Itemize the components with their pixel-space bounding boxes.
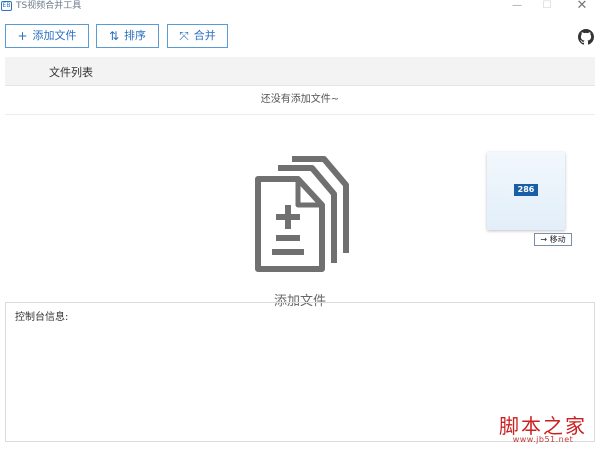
watermark: 脚本之家 www.jb51.net	[488, 410, 598, 446]
add-file-button[interactable]: + 添加文件	[5, 24, 89, 48]
plus-icon: +	[17, 29, 28, 43]
drag-preview-badge: 286	[514, 184, 538, 196]
file-list-empty-message: 还没有添加文件~	[5, 86, 595, 115]
maximize-button[interactable]: ☐	[535, 0, 559, 12]
app-window: EB TS视频合并工具 — ☐ ✕ + 添加文件 ⇅ 排序 ⤧ 合并 文件列表 …	[0, 0, 600, 449]
file-list-header: 文件列表	[5, 57, 595, 86]
merge-icon: ⤧	[179, 29, 189, 43]
github-icon[interactable]	[578, 29, 594, 45]
app-icon: EB	[1, 1, 12, 11]
file-list-title: 文件列表	[49, 66, 93, 79]
minimize-button[interactable]: —	[505, 0, 529, 12]
file-add-icon[interactable]	[250, 155, 350, 275]
sort-button[interactable]: ⇅ 排序	[96, 24, 159, 48]
add-file-label: 添加文件	[32, 29, 77, 42]
merge-label: 合并	[193, 29, 216, 42]
sort-icon: ⇅	[108, 29, 120, 43]
window-title: TS视频合并工具	[16, 1, 82, 11]
sort-label: 排序	[124, 29, 147, 42]
move-tooltip: → 移动	[534, 233, 572, 246]
watermark-url: www.jb51.net	[512, 435, 574, 444]
title-bar: EB TS视频合并工具 — ☐ ✕	[0, 0, 600, 14]
console-label: 控制台信息:	[15, 312, 69, 323]
close-button[interactable]: ✕	[570, 0, 594, 12]
merge-button[interactable]: ⤧ 合并	[167, 24, 228, 48]
